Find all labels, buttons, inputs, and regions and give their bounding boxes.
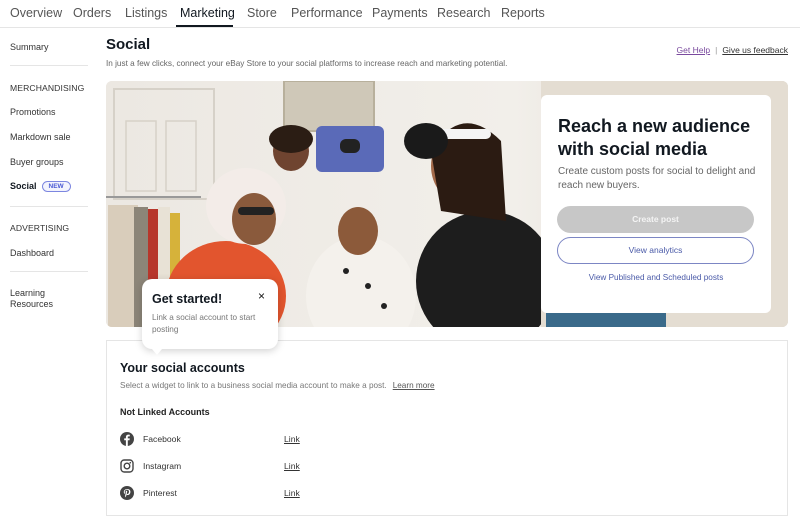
tab-research[interactable]: Research xyxy=(437,6,491,20)
view-analytics-button[interactable]: View analytics xyxy=(557,237,754,264)
social-accounts-title: Your social accounts xyxy=(120,361,245,375)
instagram-icon xyxy=(120,459,134,473)
sidebar: Summary MERCHANDISING Promotions Markdow… xyxy=(0,28,100,526)
sidebar-divider xyxy=(10,206,88,207)
tab-store[interactable]: Store xyxy=(247,6,277,20)
sidebar-item-summary[interactable]: Summary xyxy=(10,42,49,52)
sidebar-item-promotions[interactable]: Promotions xyxy=(10,107,56,117)
tab-marketing[interactable]: Marketing xyxy=(180,6,235,20)
account-name: Facebook xyxy=(143,434,181,444)
feedback-link[interactable]: Give us feedback xyxy=(722,45,788,55)
tooltip-text: Link a social account to start posting xyxy=(152,313,256,334)
learning-label-line1: Learning xyxy=(10,288,46,298)
social-accounts-subtitle: Select a widget to link to a business so… xyxy=(120,381,435,390)
sidebar-item-dashboard[interactable]: Dashboard xyxy=(10,248,54,258)
social-accounts-description: Select a widget to link to a business so… xyxy=(120,381,387,390)
page-title: Social xyxy=(106,36,151,53)
tab-payments[interactable]: Payments xyxy=(372,6,428,20)
tab-listings[interactable]: Listings xyxy=(125,6,167,20)
get-started-tooltip: Get started! × Link a social account to … xyxy=(142,279,278,355)
learn-more-link[interactable]: Learn more xyxy=(393,381,435,390)
help-links: Get Help | Give us feedback xyxy=(677,45,788,55)
account-name: Instagram xyxy=(143,461,182,471)
sidebar-item-markdown-sale[interactable]: Markdown sale xyxy=(10,132,71,142)
tab-overview[interactable]: Overview xyxy=(10,6,62,20)
active-tab-indicator xyxy=(176,25,233,27)
facebook-icon xyxy=(120,432,134,446)
sidebar-item-learning-resources[interactable]: Learning Resources xyxy=(10,288,53,310)
view-published-scheduled-posts-link[interactable]: View Published and Scheduled posts xyxy=(541,273,771,282)
sidebar-item-social[interactable]: Social NEW xyxy=(10,181,71,192)
link-separator: | xyxy=(715,45,718,55)
learning-label-line2: Resources xyxy=(10,299,54,309)
new-badge: NEW xyxy=(41,181,71,192)
link-pinterest-button[interactable]: Link xyxy=(284,488,300,498)
sidebar-item-social-label: Social xyxy=(10,181,37,191)
sidebar-divider xyxy=(10,271,88,272)
account-row-instagram: Instagram Link xyxy=(120,459,320,475)
sidebar-item-buyer-groups[interactable]: Buyer groups xyxy=(10,157,64,167)
hero-description: Create custom posts for social to deligh… xyxy=(558,166,756,191)
social-accounts-panel: Your social accounts Select a widget to … xyxy=(106,340,788,516)
close-icon[interactable]: × xyxy=(258,290,265,302)
account-row-facebook: Facebook Link xyxy=(120,432,320,448)
sidebar-heading-merchandising: MERCHANDISING xyxy=(10,83,85,93)
link-facebook-button[interactable]: Link xyxy=(284,434,300,444)
sidebar-heading-advertising: ADVERTISING xyxy=(10,223,70,233)
hero-card: Reach a new audience with social media C… xyxy=(541,95,771,313)
hero-title: Reach a new audience with social media xyxy=(558,116,751,159)
create-post-button[interactable]: Create post xyxy=(557,206,754,233)
tab-orders[interactable]: Orders xyxy=(73,6,111,20)
page-subtitle: In just a few clicks, connect your eBay … xyxy=(106,59,508,68)
link-instagram-button[interactable]: Link xyxy=(284,461,300,471)
tab-performance[interactable]: Performance xyxy=(291,6,363,20)
sidebar-divider xyxy=(10,65,88,66)
tab-reports[interactable]: Reports xyxy=(501,6,545,20)
tooltip-title: Get started! xyxy=(152,292,223,306)
pinterest-icon xyxy=(120,486,134,500)
top-navigation: Overview Orders Listings Marketing Store… xyxy=(0,0,800,28)
get-help-link[interactable]: Get Help xyxy=(677,45,711,55)
not-linked-heading: Not Linked Accounts xyxy=(120,407,210,417)
account-row-pinterest: Pinterest Link xyxy=(120,486,320,502)
account-name: Pinterest xyxy=(143,488,177,498)
